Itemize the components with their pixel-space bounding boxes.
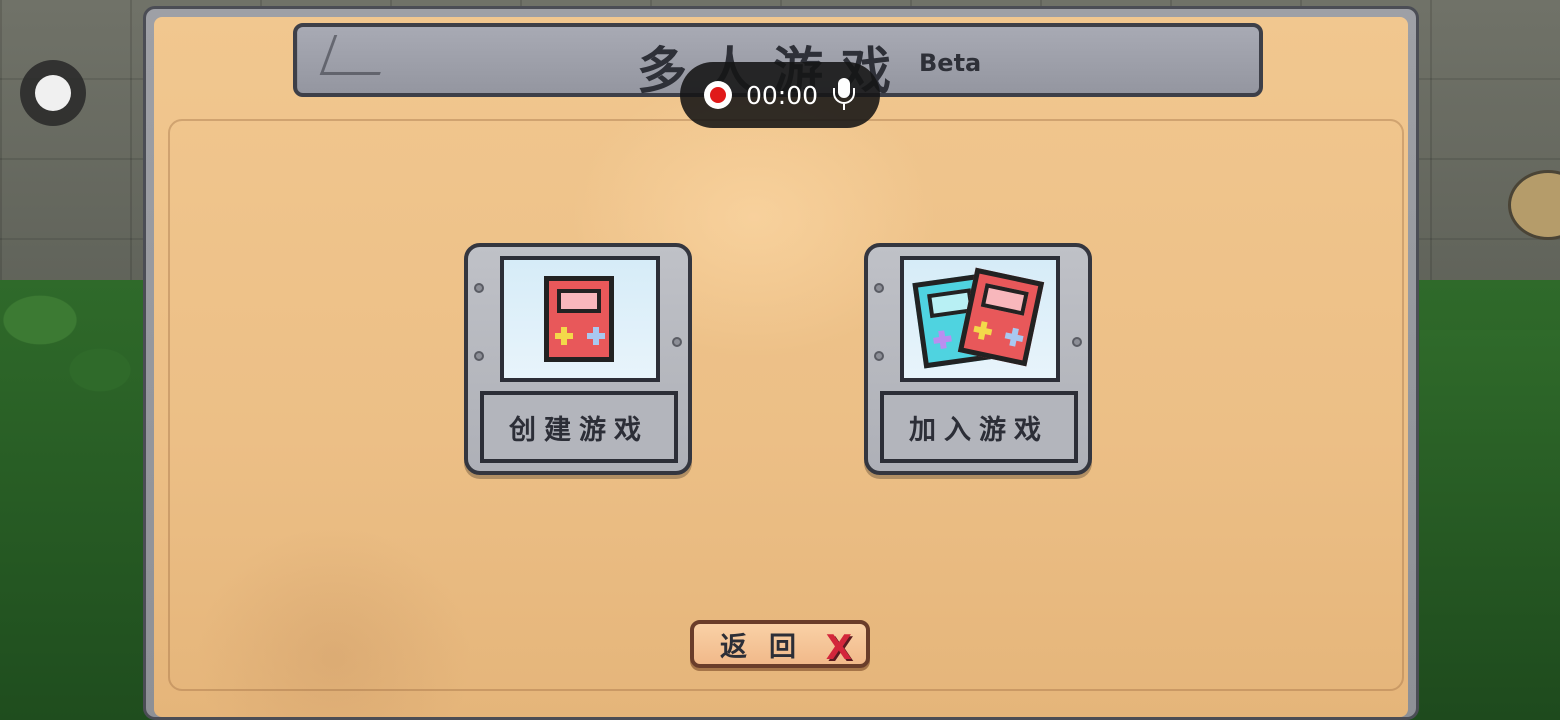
join-game-preview	[900, 256, 1060, 382]
grass-background-right	[1420, 330, 1560, 720]
inner-frame	[168, 119, 1404, 691]
crack-decoration	[319, 35, 395, 75]
create-game-label: 创建游戏	[480, 391, 678, 463]
back-button-label: 返回	[720, 631, 818, 663]
rivet	[474, 351, 484, 361]
floating-assistant-icon	[35, 75, 71, 111]
single-gameboy-icon	[544, 276, 614, 362]
rivet	[874, 351, 884, 361]
beta-badge: Beta	[919, 49, 982, 77]
close-x-icon: X	[825, 628, 852, 668]
rivet	[874, 283, 884, 293]
join-game-label: 加入游戏	[880, 391, 1078, 463]
rivet	[1072, 337, 1082, 347]
recording-timer: 00:00	[745, 80, 819, 110]
back-button[interactable]: 返回 X	[690, 620, 870, 668]
rivet	[474, 283, 484, 293]
microphone-icon[interactable]	[832, 78, 856, 112]
record-icon[interactable]	[703, 81, 732, 109]
floating-assistant-button[interactable]	[20, 60, 86, 126]
create-game-preview	[500, 256, 660, 382]
rivet	[672, 337, 682, 347]
join-game-button[interactable]: 加入游戏	[864, 243, 1092, 475]
screen-recorder-widget[interactable]: 00:00	[680, 62, 880, 128]
create-game-button[interactable]: 创建游戏	[464, 243, 692, 475]
